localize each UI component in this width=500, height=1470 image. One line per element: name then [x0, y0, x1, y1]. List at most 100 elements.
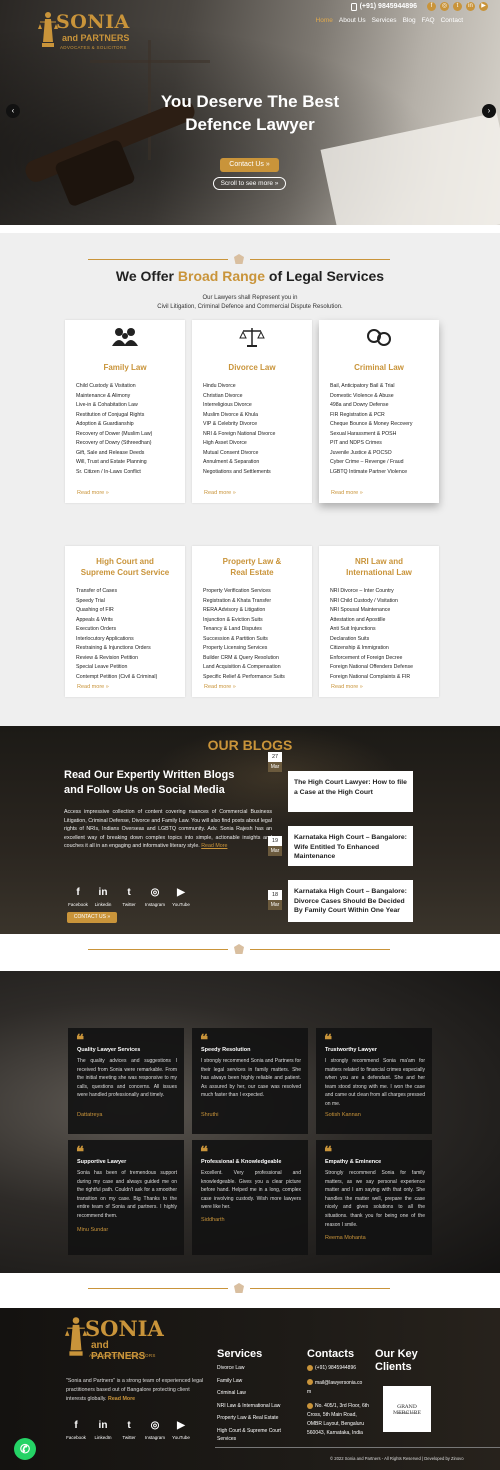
slider-next-icon[interactable]: › [482, 104, 496, 118]
footer-social-instagram[interactable]: ◎ Instagram [144, 1415, 166, 1440]
footer-logo[interactable]: SONIA and PARTNERS ADVOCATES & SOLICITOR… [65, 1313, 164, 1362]
footer-phone[interactable]: (+91) 9845944896 [307, 1364, 369, 1373]
blog-social-twitter[interactable]: t Twitter [118, 882, 140, 907]
lady-justice-icon [38, 12, 58, 47]
footer-read-more-link[interactable]: Read More [108, 1396, 135, 1402]
facebook-icon: f [76, 887, 80, 898]
facebook-icon: f [74, 1420, 78, 1431]
footer-service-link[interactable]: Property Law & Real Estate [217, 1414, 299, 1422]
nav-about[interactable]: About Us [339, 17, 366, 24]
nav-faq[interactable]: FAQ [422, 17, 435, 24]
mail-icon [307, 1379, 313, 1386]
header-phone[interactable]: (+91) 9845944896 [350, 2, 417, 11]
testimonial-card: ❝ Supportive Lawyer Sonia has been of tr… [68, 1140, 184, 1255]
service-card-nri-law[interactable]: NRI Law and International Law NRI Divorce… [319, 546, 439, 697]
handcuffs-icon [367, 329, 391, 346]
blogs-read-more-link[interactable]: Read More [201, 843, 227, 849]
youtube-icon[interactable]: ▶ [479, 2, 488, 11]
phone-icon [307, 1364, 313, 1371]
blog-social-instagram[interactable]: ◎ Instagram [144, 882, 166, 907]
scroll-more-button[interactable]: Scroll to see more » [213, 177, 286, 190]
blogs-title: OUR BLOGS [207, 737, 293, 753]
blog-contact-button[interactable]: CONTACT US » [67, 912, 117, 923]
client-logo-grand-mercure: GRAND MERCURE BANGALORE [383, 1386, 431, 1432]
slider-prev-icon[interactable]: ‹ [6, 104, 20, 118]
testimonial-card: ❝ Speedy Resolution I strongly recommend… [192, 1028, 308, 1134]
blog-social-facebook[interactable]: f Facebook [67, 882, 89, 907]
logo-name: SONIA [56, 11, 130, 33]
service-card-family-law[interactable]: Family Law Child Custody & Visitation Mai… [65, 320, 185, 503]
service-list: NRI Divorce – Inter Country NRI Child Cus… [330, 588, 413, 680]
blog-post-title[interactable]: Karnataka High Court – Bangalore: Wife E… [294, 833, 412, 862]
location-icon [307, 1403, 313, 1410]
instagram-icon[interactable]: ◎ [440, 2, 449, 11]
read-more-link[interactable]: Read more » [77, 684, 109, 690]
read-more-link[interactable]: Read more » [331, 490, 363, 496]
footer-clients-title: Our Key Clients [375, 1348, 418, 1373]
blog-post-title[interactable]: Karnataka High Court – Bangalore: Divorc… [294, 887, 412, 916]
facebook-icon[interactable]: f [427, 2, 436, 11]
testimonial-card: ❝ Empathy & Eminence Strongly recommend … [316, 1140, 432, 1255]
blog-social-linkedin[interactable]: in Linkedin [92, 882, 114, 907]
read-more-link[interactable]: Read more » [204, 490, 236, 496]
youtube-icon: ▶ [177, 887, 185, 898]
nav-services[interactable]: Services [372, 17, 397, 24]
section-divider [88, 944, 390, 954]
testimonial-card: ❝ Professional & Knowledgeable Excellent… [192, 1140, 308, 1255]
nav-home[interactable]: Home [316, 17, 333, 24]
site-logo[interactable]: SONIA and PARTNERS ADVOCATES & SOLICITOR… [38, 8, 133, 52]
instagram-icon: ◎ [150, 887, 160, 898]
logo-name-partners: and PARTNERS [62, 33, 130, 43]
footer-services-title: Services [217, 1348, 263, 1360]
footer-about: "Sonia and Partners" is a strong team of… [66, 1378, 204, 1402]
mobile-icon [350, 2, 357, 11]
testimonial-card: ❝ Trustworthy Lawyer I strongly recommen… [316, 1028, 432, 1134]
footer-social-youtube[interactable]: ▶ YouTube [170, 1415, 192, 1440]
blog-post-title[interactable]: The High Court Lawyer: How to file a Cas… [294, 778, 412, 797]
service-list: Child Custody & Visitation Maintenance & … [76, 383, 153, 475]
card-title: Family Law [103, 363, 147, 372]
whatsapp-icon[interactable]: ✆ [14, 1438, 36, 1460]
services-title: We Offer Broad Range of Legal Services [115, 268, 385, 284]
read-more-link[interactable]: Read more » [331, 684, 363, 690]
scales-decoration [90, 60, 210, 63]
footer-social-twitter[interactable]: t Twitter [118, 1415, 140, 1440]
services-subtitle: Our Lawyers shall Represent you in Civil… [157, 295, 343, 310]
scales-icon [239, 328, 265, 347]
post-date: 18 Mar [268, 890, 282, 910]
footer-divider [215, 1447, 500, 1448]
service-list: Property Verification Services Registrati… [203, 588, 285, 680]
footer-service-link[interactable]: Family Law [217, 1377, 299, 1385]
footer-social-facebook[interactable]: f Facebook [65, 1415, 87, 1440]
service-card-criminal-law[interactable]: Criminal Law Bail, Anticipatory Bail & T… [319, 320, 439, 503]
footer-service-link[interactable]: NRI Law & International Law [217, 1402, 299, 1410]
blog-post-card[interactable]: The High Court Lawyer: How to file a Cas… [288, 771, 413, 812]
footer-service-link[interactable]: Divorce Law [217, 1364, 299, 1372]
footer-contacts: (+91) 9845944896 mail@lawyersonia.co m No… [307, 1364, 369, 1438]
logo-tagline: ADVOCATES & SOLICITORS [60, 45, 127, 50]
linkedin-icon[interactable]: in [466, 2, 475, 11]
service-card-property-law[interactable]: Property Law & Real Estate Property Verif… [192, 546, 312, 697]
footer-service-link[interactable]: Criminal Law [217, 1389, 299, 1397]
blogs-description: Access impressive collection of content … [64, 809, 272, 850]
main-nav: Home About Us Services Blog FAQ Contact [316, 17, 463, 24]
contact-us-button[interactable]: Contact Us » [220, 158, 279, 172]
blog-post-card[interactable]: Karnataka High Court – Bangalore: Wife E… [288, 826, 413, 866]
post-date: 19 Mar [268, 836, 282, 856]
blog-post-card[interactable]: Karnataka High Court – Bangalore: Divorc… [288, 880, 413, 922]
read-more-link[interactable]: Read more » [77, 490, 109, 496]
service-card-high-court[interactable]: High Court and Supreme Court Service Tran… [65, 546, 185, 697]
section-divider [88, 1283, 390, 1293]
footer-social-linkedin[interactable]: in LinkedIn [92, 1415, 114, 1440]
nav-blog[interactable]: Blog [403, 17, 416, 24]
card-title: Criminal Law [354, 363, 404, 372]
pillar-icon [234, 944, 244, 954]
footer-email[interactable]: mail@lawyersonia.co m [307, 1379, 369, 1397]
card-title: High Court and Supreme Court Service [80, 557, 170, 577]
service-card-divorce-law[interactable]: Divorce Law Hindu Divorce Christian Divor… [192, 320, 312, 503]
twitter-icon[interactable]: t [453, 2, 462, 11]
read-more-link[interactable]: Read more » [204, 684, 236, 690]
nav-contact[interactable]: Contact [441, 17, 463, 24]
blog-social-youtube[interactable]: ▶ YouTube [170, 882, 192, 907]
footer-service-link[interactable]: High Court & Supreme Court Services [217, 1427, 299, 1443]
